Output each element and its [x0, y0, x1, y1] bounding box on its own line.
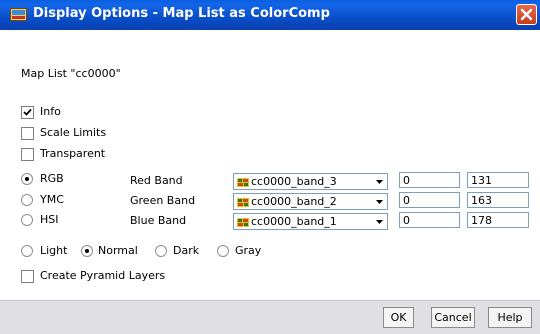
blue-min-field[interactable]: 0 — [399, 212, 460, 228]
green-band-select[interactable]: cc0000_band_2 — [233, 193, 388, 210]
green-band-value: cc0000_band_2 — [251, 195, 337, 208]
window-title: Display Options - Map List as ColorComp — [33, 6, 330, 21]
hsi-label: HSI — [40, 213, 59, 226]
transparent-checkbox[interactable] — [21, 148, 34, 161]
green-min-field[interactable]: 0 — [399, 192, 460, 208]
blue-band-value: cc0000_band_1 — [251, 215, 337, 228]
raster-map-icon — [237, 198, 249, 207]
ok-button[interactable]: OK — [383, 307, 414, 328]
green-max-field[interactable]: 163 — [467, 192, 529, 208]
normal-radio[interactable] — [81, 245, 93, 257]
gray-radio[interactable] — [217, 245, 229, 257]
info-checkbox[interactable] — [21, 106, 34, 119]
blue-max-field[interactable]: 178 — [467, 212, 529, 228]
rgb-radio[interactable] — [21, 173, 33, 185]
chevron-down-icon[interactable] — [371, 194, 387, 209]
transparent-label: Transparent — [40, 147, 106, 160]
scale-limits-checkbox[interactable] — [21, 127, 34, 140]
title-bar: Display Options - Map List as ColorComp — [0, 0, 540, 30]
raster-map-icon — [237, 218, 249, 227]
help-button[interactable]: Help — [488, 307, 532, 328]
dark-label: Dark — [173, 244, 200, 257]
raster-map-icon — [237, 178, 249, 187]
red-band-label: Red Band — [130, 174, 183, 187]
chevron-down-icon[interactable] — [371, 174, 387, 189]
ymc-radio[interactable] — [21, 194, 33, 206]
scale-limits-label: Scale Limits — [40, 126, 107, 139]
close-icon — [520, 8, 533, 21]
red-max-field[interactable]: 131 — [467, 172, 529, 188]
checkmark-icon — [23, 108, 32, 116]
light-radio[interactable] — [21, 245, 33, 257]
ymc-label: YMC — [40, 193, 64, 206]
red-min-field[interactable]: 0 — [399, 172, 460, 188]
blue-band-label: Blue Band — [130, 214, 187, 227]
app-icon — [10, 8, 27, 21]
rgb-label: RGB — [40, 172, 64, 185]
light-label: Light — [40, 244, 68, 257]
green-band-label: Green Band — [130, 194, 196, 207]
pyramid-label: Create Pyramid Layers — [40, 269, 166, 282]
cancel-button[interactable]: Cancel — [431, 307, 475, 328]
dialog-body: Map List "cc0000" Info Scale Limits Tran… — [0, 30, 540, 334]
gray-label: Gray — [235, 244, 262, 257]
close-button[interactable] — [516, 4, 537, 25]
red-band-value: cc0000_band_3 — [251, 175, 337, 188]
hsi-radio[interactable] — [21, 214, 33, 226]
chevron-down-icon[interactable] — [371, 214, 387, 229]
normal-label: Normal — [98, 244, 138, 257]
dark-radio[interactable] — [155, 245, 167, 257]
pyramid-checkbox[interactable] — [21, 270, 34, 283]
info-label: Info — [40, 105, 61, 118]
blue-band-select[interactable]: cc0000_band_1 — [233, 213, 388, 230]
map-list-label: Map List "cc0000" — [21, 67, 121, 80]
red-band-select[interactable]: cc0000_band_3 — [233, 173, 388, 190]
button-bar: OK Cancel Help — [0, 300, 540, 334]
